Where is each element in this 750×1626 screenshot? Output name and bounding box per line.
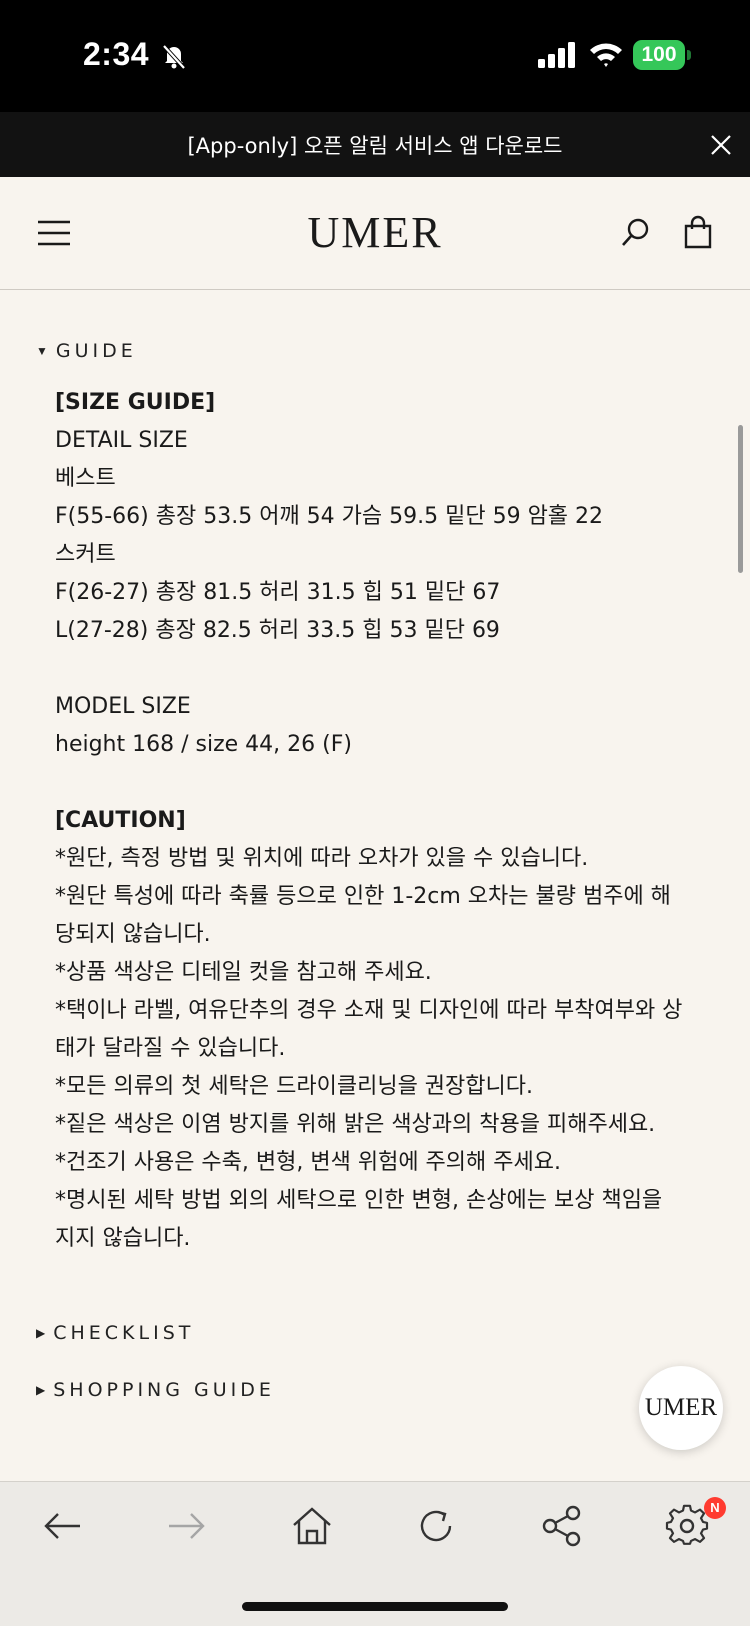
notification-badge: N [704,1497,726,1519]
caution-line: *건조기 사용은 수축, 변형, 변색 위험에 주의해 주세요. [55,1150,561,1175]
site-header: UMER [0,177,750,290]
battery-indicator: 100 [633,40,685,70]
forward-arrow-icon[interactable] [165,1504,209,1548]
caution-line: *모든 의류의 첫 세탁은 드라이클리닝을 권장합니다. [55,1074,534,1099]
banner-text[interactable]: [App-only] 오픈 알림 서비스 앱 다운로드 [0,130,750,160]
checklist-label: CHECKLIST [53,1322,195,1344]
share-icon[interactable] [540,1504,584,1548]
caution-line: *택이나 라벨, 여유단추의 경우 소재 및 디자인에 따라 부착여부와 상 [55,998,683,1023]
battery-nub [687,50,691,60]
vest-size-f: F(55-66) 총장 53.5 어깨 54 가슴 59.5 밑단 59 암홀 … [55,504,604,529]
settings-gear-icon[interactable] [665,1504,709,1548]
model-size-label: MODEL SIZE [55,694,191,719]
caret-down-icon: ▼ [36,344,48,358]
skirt-size-f: F(26-27) 총장 81.5 허리 31.5 힙 51 밑단 67 [55,580,501,605]
floating-brand-button[interactable]: UMER [639,1366,723,1450]
guide-content: [SIZE GUIDE] DETAIL SIZE 베스트 F(55-66) 총장… [55,384,695,1258]
close-icon[interactable] [709,133,733,157]
refresh-icon[interactable] [414,1504,458,1548]
vest-label: 베스트 [55,466,116,491]
shopping-bag-icon[interactable] [682,215,714,249]
caution-heading: [CAUTION] [55,808,186,833]
skirt-size-l: L(27-28) 총장 82.5 허리 33.5 힙 53 밑단 69 [55,618,500,643]
model-size-detail: height 168 / size 44, 26 (F) [55,732,352,757]
status-time: 2:34 [83,36,150,72]
caution-line: 태가 달라질 수 있습니다. [55,1036,286,1061]
bell-muted-icon [162,44,186,70]
status-bar: 2:34 100 [0,0,750,112]
wifi-icon [590,43,622,67]
caution-line: *명시된 세탁 방법 외의 세탁으로 인한 변형, 손상에는 보상 책임을 [55,1188,663,1213]
caution-line: 당되지 않습니다. [55,922,211,947]
shopping-guide-section-toggle[interactable]: ▶ SHOPPING GUIDE [36,1379,275,1401]
app-download-banner[interactable]: [App-only] 오픈 알림 서비스 앱 다운로드 [0,112,750,177]
home-indicator[interactable] [242,1602,508,1611]
size-guide-heading: [SIZE GUIDE] [55,390,216,415]
caution-line: *원단, 측정 방법 및 위치에 따라 오차가 있을 수 있습니다. [55,846,589,871]
caution-line: *상품 색상은 디테일 컷을 참고해 주세요. [55,960,432,985]
detail-size-label: DETAIL SIZE [55,428,188,453]
skirt-label: 스커트 [55,542,116,567]
shopping-guide-label: SHOPPING GUIDE [53,1379,275,1401]
caution-line: *짙은 색상은 이염 방지를 위해 밝은 색상과의 착용을 피해주세요. [55,1112,656,1137]
caret-right-icon: ▶ [36,1383,46,1397]
scrollbar-thumb[interactable] [738,425,743,573]
checklist-section-toggle[interactable]: ▶ CHECKLIST [36,1322,194,1344]
cellular-signal-icon [538,42,575,68]
caution-line: *원단 특성에 따라 축률 등으로 인한 1-2cm 오차는 불량 범주에 해 [55,884,671,909]
guide-section-toggle[interactable]: ▼ GUIDE [36,340,137,362]
back-arrow-icon[interactable] [40,1504,84,1548]
search-icon[interactable] [620,217,652,249]
caret-right-icon: ▶ [36,1326,46,1340]
home-icon[interactable] [290,1504,334,1548]
guide-label: GUIDE [55,340,137,362]
caution-line: 지지 않습니다. [55,1226,191,1251]
